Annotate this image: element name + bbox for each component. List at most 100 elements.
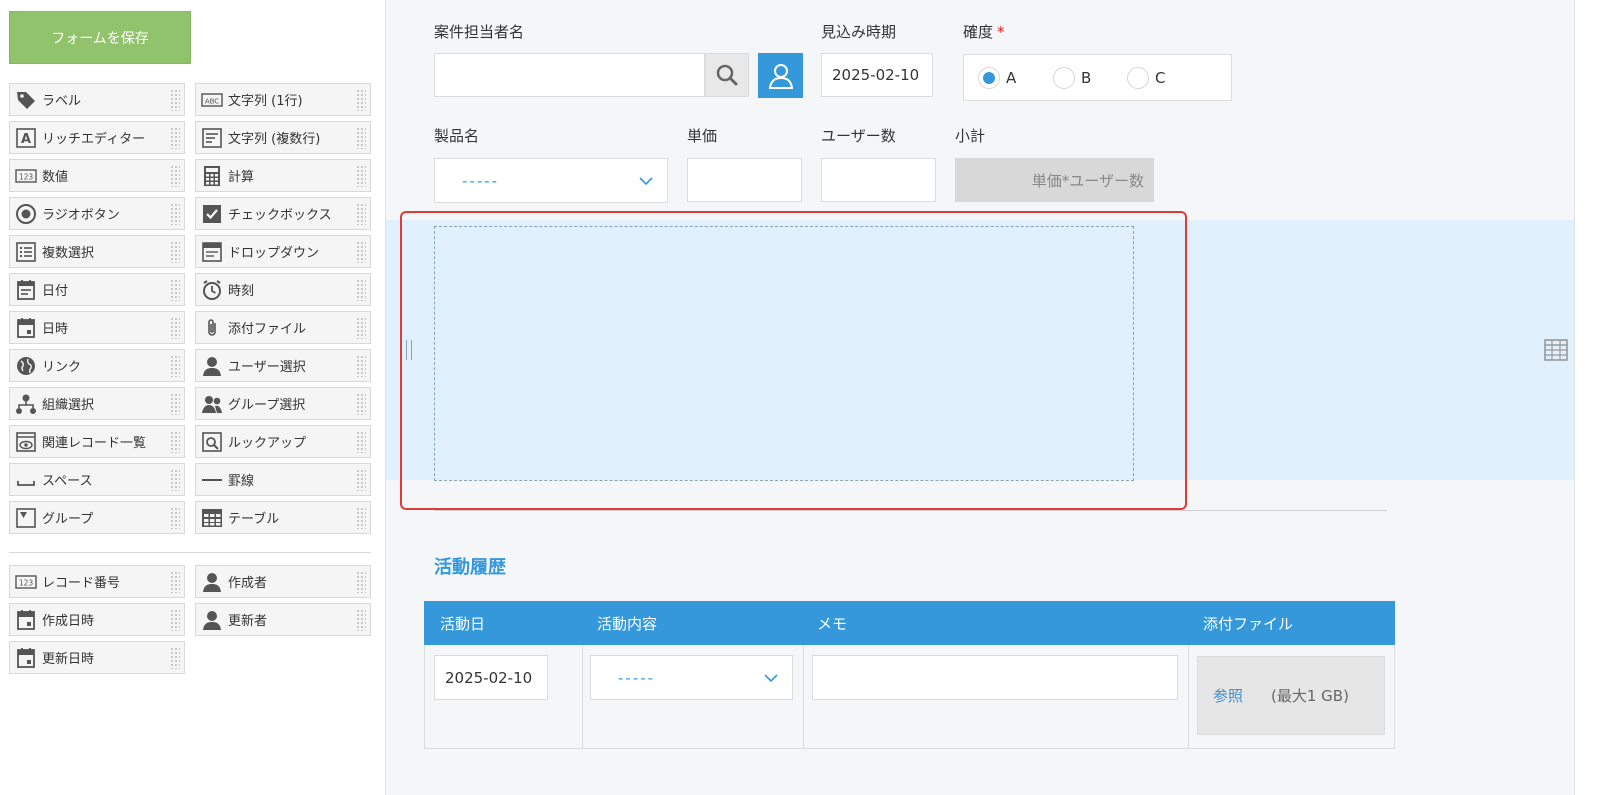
- chevron-down-icon: [764, 673, 778, 682]
- palette-item-label: 数値: [42, 170, 69, 185]
- drag-grip-icon[interactable]: [356, 127, 366, 149]
- palette-item-label: チェックボックス: [228, 208, 332, 223]
- drag-grip-icon[interactable]: [356, 507, 366, 529]
- radio-option-c[interactable]: C: [1127, 67, 1165, 89]
- drag-grip-icon[interactable]: [356, 241, 366, 263]
- drag-grip-icon[interactable]: [170, 609, 180, 631]
- table-icon: [201, 507, 223, 529]
- browse-button[interactable]: 参照: [1213, 685, 1243, 706]
- multiline-text-icon: [201, 127, 223, 149]
- drag-grip-icon[interactable]: [170, 507, 180, 529]
- palette-item[interactable]: ABC 文字列 (1行): [195, 83, 371, 116]
- activity-content-dropdown[interactable]: -----: [590, 655, 793, 700]
- palette-item-label: ラジオボタン: [42, 208, 120, 223]
- palette-item[interactable]: 作成者: [195, 565, 371, 598]
- drag-grip-icon[interactable]: [356, 609, 366, 631]
- drag-grip-icon[interactable]: [356, 469, 366, 491]
- datetime-icon: [15, 647, 37, 669]
- palette-item[interactable]: チェックボックス: [195, 197, 371, 230]
- price-input[interactable]: [687, 158, 802, 202]
- palette-item[interactable]: 更新日時: [9, 641, 185, 674]
- radio-option-b[interactable]: B: [1053, 67, 1091, 89]
- drag-grip-icon[interactable]: [356, 317, 366, 339]
- palette-item[interactable]: ドロップダウン: [195, 235, 371, 268]
- palette-item[interactable]: 関連レコード一覧: [9, 425, 185, 458]
- drag-grip-icon[interactable]: [170, 647, 180, 669]
- drag-grip-icon[interactable]: [170, 127, 180, 149]
- palette-item[interactable]: 複数選択: [9, 235, 185, 268]
- palette-item[interactable]: 添付ファイル: [195, 311, 371, 344]
- drag-grip-icon[interactable]: [170, 203, 180, 225]
- search-button[interactable]: [705, 53, 749, 97]
- search-icon: [716, 64, 738, 86]
- user-select-button[interactable]: [758, 53, 803, 98]
- certainty-label-text: 確度: [963, 23, 994, 41]
- palette-item[interactable]: ラベル: [9, 83, 185, 116]
- palette-item[interactable]: ルックアップ: [195, 425, 371, 458]
- drag-grip-icon[interactable]: [356, 165, 366, 187]
- subtotal-calc-field[interactable]: 単価*ユーザー数: [955, 158, 1154, 202]
- drag-grip-icon[interactable]: [170, 89, 180, 111]
- palette-item[interactable]: 組織選択: [9, 387, 185, 420]
- drag-grip-icon[interactable]: [170, 469, 180, 491]
- palette-item[interactable]: 123 数値: [9, 159, 185, 192]
- users-input[interactable]: [821, 158, 936, 202]
- palette-item[interactable]: 日付: [9, 273, 185, 306]
- certainty-radio-group: A B C: [963, 54, 1232, 101]
- table-grid-icon[interactable]: [1544, 339, 1568, 361]
- memo-input[interactable]: [812, 655, 1178, 700]
- drag-grip-icon[interactable]: [170, 355, 180, 377]
- palette-item[interactable]: 時刻: [195, 273, 371, 306]
- drag-grip-icon[interactable]: [356, 89, 366, 111]
- drag-grip-icon[interactable]: [170, 571, 180, 593]
- drag-grip-icon[interactable]: [356, 355, 366, 377]
- palette-item[interactable]: グループ: [9, 501, 185, 534]
- palette-item[interactable]: スペース: [9, 463, 185, 496]
- palette-item[interactable]: リンク: [9, 349, 185, 382]
- palette-item[interactable]: 計算: [195, 159, 371, 192]
- attachment-field: 参照 (最大1 GB): [1197, 656, 1385, 735]
- product-dropdown[interactable]: -----: [434, 158, 668, 203]
- save-form-button[interactable]: フォームを保存: [9, 11, 191, 64]
- activity-content-value: -----: [618, 668, 656, 687]
- drag-grip-icon[interactable]: [356, 431, 366, 453]
- drag-grip-icon[interactable]: [170, 241, 180, 263]
- date-icon: [15, 279, 37, 301]
- palette-item[interactable]: ユーザー選択: [195, 349, 371, 382]
- palette-item[interactable]: テーブル: [195, 501, 371, 534]
- palette-item-label: リンク: [42, 360, 82, 375]
- palette-item-label: 罫線: [228, 474, 255, 489]
- drag-grip-icon[interactable]: [356, 279, 366, 301]
- field-palette-sidebar: フォームを保存 ラベル ABC 文字列 (1行) A リッチエディター 文字列 (複数行)…: [0, 0, 386, 795]
- radio-option-a[interactable]: A: [978, 67, 1016, 89]
- palette-item[interactable]: A リッチエディター: [9, 121, 185, 154]
- drag-grip-icon[interactable]: [170, 279, 180, 301]
- chevron-down-icon: [639, 176, 653, 185]
- org-icon: [15, 393, 37, 415]
- user-icon: [201, 571, 223, 593]
- palette-item-label: ラベル: [42, 94, 82, 109]
- drag-grip-icon[interactable]: [170, 393, 180, 415]
- palette-item[interactable]: 作成日時: [9, 603, 185, 636]
- drag-grip-icon[interactable]: [356, 203, 366, 225]
- palette-item[interactable]: グループ選択: [195, 387, 371, 420]
- drag-grip-icon[interactable]: [170, 431, 180, 453]
- owner-input[interactable]: [434, 53, 705, 97]
- palette-item[interactable]: 日時: [9, 311, 185, 344]
- palette-item[interactable]: 123 レコード番号: [9, 565, 185, 598]
- column-header: 添付ファイル: [1203, 615, 1294, 633]
- palette-item[interactable]: 更新者: [195, 603, 371, 636]
- palette-item[interactable]: 文字列 (複数行): [195, 121, 371, 154]
- drag-grip-icon[interactable]: [170, 317, 180, 339]
- drag-grip-icon[interactable]: [356, 393, 366, 415]
- palette-item[interactable]: 罫線: [195, 463, 371, 496]
- forecast-date-input[interactable]: 2025-02-10: [821, 53, 933, 97]
- forecast-label: 見込み時期: [821, 23, 897, 41]
- abc-icon: ABC: [201, 89, 223, 111]
- radio-label: A: [1006, 69, 1017, 87]
- palette-item-label: 組織選択: [42, 398, 95, 413]
- palette-item[interactable]: ラジオボタン: [9, 197, 185, 230]
- activity-date-input[interactable]: 2025-02-10: [434, 655, 548, 700]
- drag-grip-icon[interactable]: [170, 165, 180, 187]
- drag-grip-icon[interactable]: [356, 571, 366, 593]
